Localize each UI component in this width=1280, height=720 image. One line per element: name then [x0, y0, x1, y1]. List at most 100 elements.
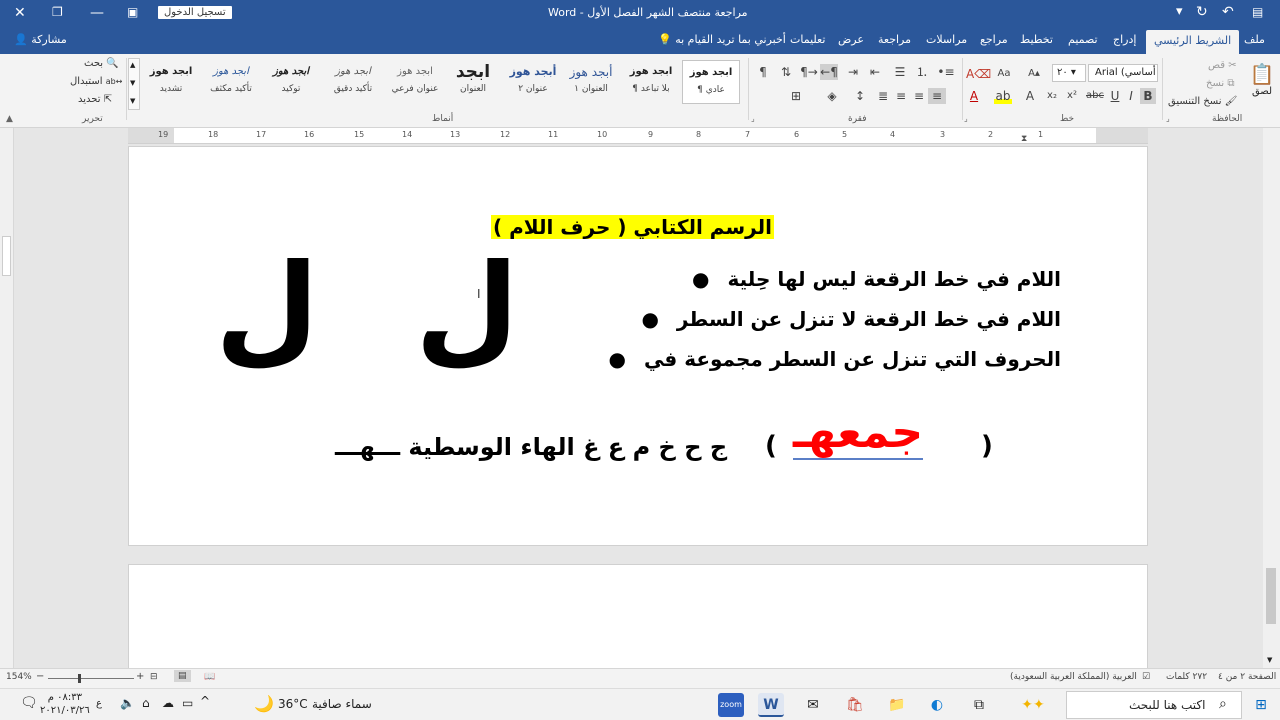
close-icon[interactable]: ✕ — [14, 5, 26, 21]
undo-icon[interactable]: ↶ — [1222, 4, 1234, 20]
store-icon[interactable]: 🛍 — [842, 693, 868, 717]
clear-format-icon[interactable]: A⌫ — [966, 66, 991, 82]
tell-me-box[interactable]: أخبرني بما تريد القيام به 💡 — [658, 33, 786, 46]
weather-temp[interactable]: 36°C — [278, 697, 308, 711]
more-styles-icon[interactable]: ▼ — [130, 97, 135, 105]
style-heading-2[interactable]: أبجد هوز عنوان ٢ — [504, 60, 562, 104]
read-mode-icon[interactable]: 📖 — [204, 672, 215, 682]
font-name-box[interactable]: Arial (أساسي — [1088, 64, 1158, 82]
proofing-icon[interactable]: ☑ — [1142, 672, 1150, 682]
dialog-launcher-icon[interactable]: ⌟ — [964, 114, 968, 123]
vertical-ruler-thumb[interactable] — [2, 236, 11, 276]
underline-icon[interactable]: U — [1108, 88, 1122, 104]
change-case-icon[interactable]: Aa — [996, 66, 1012, 82]
tab-design[interactable]: تصميم — [1068, 33, 1098, 46]
tab-references[interactable]: مراجع — [980, 33, 1008, 46]
ltr-icon[interactable]: ¶→ — [800, 64, 818, 80]
find-button[interactable]: بحث 🔍 — [84, 58, 119, 69]
weather-text[interactable]: سماء صافية — [312, 697, 372, 711]
zoom-level[interactable]: 154% — [6, 672, 32, 682]
increase-indent-icon[interactable]: ⇥ — [844, 64, 862, 80]
style-subtitle[interactable]: ابجد هوز عنوان فرعي — [386, 60, 444, 104]
highlight-icon[interactable]: ab — [994, 88, 1012, 104]
decrease-indent-icon[interactable]: ⇤ — [866, 64, 884, 80]
chevron-up-icon[interactable]: ^ — [200, 694, 210, 708]
moon-icon[interactable]: 🌙 — [254, 694, 274, 713]
customize-qat-icon[interactable]: ▾ — [1176, 4, 1183, 19]
windows-start-icon[interactable]: ⊞ — [1248, 693, 1274, 717]
onedrive-icon[interactable]: ☁ — [162, 696, 174, 710]
vertical-scrollbar[interactable]: ▼ — [1263, 128, 1280, 668]
zoom-out-icon[interactable]: − — [36, 671, 44, 682]
style-intense-emphasis[interactable]: ابجد هوز تأكيد مكثف — [202, 60, 260, 104]
volume-icon[interactable]: 🔈 — [120, 696, 135, 710]
style-heading-1[interactable]: أبجد هوز العنوان ١ — [562, 60, 620, 104]
share-button[interactable]: 👤 مشاركة — [14, 33, 67, 46]
style-title[interactable]: ابجد العنوان — [444, 60, 502, 104]
word-count[interactable]: ٢٧٢ كلمات — [1166, 672, 1207, 682]
tab-insert[interactable]: إدراج — [1113, 33, 1136, 46]
document-page[interactable]: الرسم الكتابي ( حرف اللام ) اللام في خط … — [128, 146, 1148, 546]
save-icon[interactable]: ▤ — [1252, 5, 1263, 19]
zoom-in-icon[interactable]: + — [136, 671, 144, 682]
tab-view[interactable]: عرض — [838, 33, 864, 46]
redo-icon[interactable]: ↻ — [1196, 4, 1208, 20]
page-number[interactable]: الصفحة ٢ من ٤ — [1218, 672, 1276, 682]
chevron-down-icon[interactable]: ▼ — [130, 79, 135, 87]
select-button[interactable]: تحديد ⇱ — [78, 94, 112, 105]
edge-icon[interactable]: ◐ — [924, 693, 950, 717]
style-emphasis[interactable]: ابجد هوز توكيد — [262, 60, 320, 104]
subscript-icon[interactable]: x₂ — [1044, 88, 1060, 104]
line-spacing-icon[interactable]: ↕ — [850, 88, 870, 104]
paste-button[interactable]: 📋 لصق — [1248, 62, 1276, 108]
shading-icon[interactable]: ◈ — [822, 88, 842, 104]
web-layout-icon[interactable]: ⊟ — [150, 672, 158, 682]
tab-layout[interactable]: تخطيط — [1020, 33, 1053, 46]
sort-icon[interactable]: ⇅ — [778, 64, 794, 80]
word-app-icon[interactable]: W — [758, 693, 784, 717]
font-size-box[interactable]: ٢٠ ▾ — [1052, 64, 1086, 82]
cut-button[interactable]: قص ✂ — [1208, 60, 1237, 71]
justify-icon[interactable]: ≣ — [874, 88, 892, 104]
borders-icon[interactable]: ⊞ — [786, 88, 806, 104]
mail-icon[interactable]: ✉ — [800, 693, 826, 717]
zoom-app-icon[interactable]: zoom — [718, 693, 744, 717]
zoom-slider[interactable] — [48, 674, 134, 683]
tab-file[interactable]: ملف — [1244, 33, 1265, 46]
print-layout-icon[interactable]: ▤ — [174, 670, 191, 682]
collapse-ribbon-icon[interactable]: ▲ — [6, 114, 13, 124]
battery-icon[interactable]: ▭ — [182, 696, 193, 710]
multilevel-list-icon[interactable]: ☰ — [890, 64, 910, 80]
input-language[interactable]: ع — [96, 698, 102, 709]
dialog-launcher-icon[interactable]: ⌟ — [1166, 114, 1170, 123]
styles-gallery-scroll[interactable]: ▲ ▼ ▼ — [128, 58, 140, 110]
language-status[interactable]: العربية (المملكة العربية السعودية) — [1010, 672, 1137, 682]
task-view-icon[interactable]: ⧉ — [966, 693, 992, 717]
minimize-icon[interactable]: — — [90, 5, 104, 21]
restore-icon[interactable]: ❐ — [52, 5, 63, 19]
scrollbar-thumb[interactable] — [1266, 568, 1276, 624]
network-icon[interactable]: ⌂ — [142, 696, 150, 710]
indent-marker-icon[interactable]: ⧗ — [1021, 134, 1027, 144]
ribbon-display-icon[interactable]: ▣ — [127, 5, 138, 19]
format-painter-button[interactable]: نسخ التنسيق 🖌 — [1168, 96, 1237, 107]
align-right-icon[interactable]: ≡ — [928, 88, 946, 104]
notification-icon[interactable]: 🗨 — [20, 695, 38, 711]
style-normal[interactable]: ابجد هوز ¶ عادي — [682, 60, 740, 104]
text-effects-icon[interactable]: A — [1022, 88, 1038, 104]
chevron-up-icon[interactable]: ▲ — [130, 61, 135, 69]
document-page[interactable] — [128, 564, 1148, 674]
tab-mailings[interactable]: مراسلات — [926, 33, 967, 46]
bold-icon[interactable]: B — [1140, 88, 1156, 104]
sparkle-icon[interactable]: ✦✦ — [1010, 693, 1056, 717]
file-explorer-icon[interactable]: 📁 — [884, 693, 910, 717]
copy-button[interactable]: نسخ ⧉ — [1206, 78, 1235, 89]
tab-home[interactable]: الشريط الرئيسي — [1146, 30, 1240, 54]
tab-help[interactable]: تعليمات — [790, 33, 825, 46]
style-emphasis-strong[interactable]: ابجد هوز تشديد — [142, 60, 200, 104]
dialog-launcher-icon[interactable]: ⌟ — [751, 114, 755, 123]
numbering-icon[interactable]: ⒈ — [912, 64, 932, 80]
center-icon[interactable]: ≡ — [910, 88, 928, 104]
scroll-down-icon[interactable]: ▼ — [1267, 656, 1272, 664]
replace-button[interactable]: استبدال ab↔ — [70, 76, 122, 87]
